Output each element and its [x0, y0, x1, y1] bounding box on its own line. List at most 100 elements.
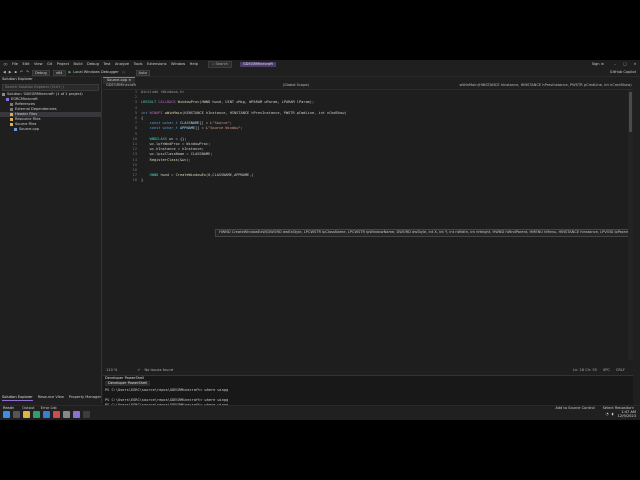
- code-token: WindowProc: [177, 100, 200, 105]
- maximize-icon[interactable]: □: [620, 62, 630, 67]
- code-token: LRESULT: [141, 100, 159, 105]
- code-token: "Source Window": [208, 126, 241, 131]
- copilot-button[interactable]: GitHub Copilot: [610, 70, 636, 75]
- code-token: ;: [240, 126, 243, 131]
- menu-item-window[interactable]: Window: [171, 62, 185, 67]
- indent-mode[interactable]: SPC: [603, 368, 610, 373]
- solution-tree: Solution 'GDEGRMinecraft' (1 of 1 projec…: [0, 92, 101, 132]
- issues-text[interactable]: No issues found: [144, 368, 173, 373]
- desktop-screen: ∞ File Edit View Git Project Build Debug Test An…: [0, 60, 640, 420]
- code-token: CreateWindowEx: [175, 173, 206, 178]
- menu-item-extensions[interactable]: Extensions: [147, 62, 167, 67]
- navigation-bar: GDEGRMinecraft (Global Scope) wWinMain(HIN…: [103, 83, 633, 90]
- tree-item[interactable]: Source.cpp: [0, 127, 101, 132]
- nav-dropdown[interactable]: (Global Scope): [280, 83, 457, 89]
- redo-icon[interactable]: ↷: [26, 70, 29, 75]
- code-token: wc.hInstance = hInstance;: [141, 147, 204, 152]
- wifi-icon[interactable]: ◔: [606, 412, 609, 417]
- solution-explorer-search[interactable]: Search Solution Explorer (Ctrl+;): [2, 84, 99, 91]
- line-ending[interactable]: CRLF: [616, 368, 625, 373]
- close-icon[interactable]: ×: [630, 62, 640, 67]
- code-line[interactable]: int WINAPI wWinMain(HINSTANCE hInstance,…: [141, 111, 347, 116]
- menu-item-debug[interactable]: Debug: [87, 62, 99, 67]
- menu-item-edit[interactable]: Edit: [23, 62, 30, 67]
- code-token: [] = L: [195, 126, 209, 131]
- menu-items: File Edit View Git Project Build Debug Test Anal…: [12, 62, 202, 67]
- windows-taskbar: ◔ ◖ 1:47 AM 12/9/2023: [0, 409, 640, 420]
- code-editor: Source.cpp × GDEGRMinecraft (Global Scope…: [103, 77, 633, 373]
- menu-item-help[interactable]: Help: [190, 62, 198, 67]
- visual-studio-logo-icon: ∞: [3, 60, 8, 68]
- menu-item-tools[interactable]: Tools: [134, 62, 143, 67]
- code-token: const wchar_t: [141, 126, 180, 131]
- code-token: WINAPI: [149, 110, 165, 115]
- explorer-tab[interactable]: Solution Explorer: [2, 395, 33, 401]
- tree-item-icon: [2, 93, 5, 96]
- editor-status-bar: 110 % ✔ No issues found Ln: 18 Ch: 55 SP…: [103, 367, 633, 373]
- search-taskbar-icon[interactable]: [13, 411, 20, 418]
- code-token: (HINSTANCE hInstance, HINSTANCE hPrevIns…: [182, 110, 347, 115]
- save-icon[interactable]: ▪: [15, 70, 17, 75]
- code-token: APPNAME: [179, 126, 196, 131]
- visual-studio-icon[interactable]: [73, 411, 80, 418]
- explorer-tab[interactable]: Resource View: [38, 395, 64, 401]
- minimize-icon[interactable]: –: [610, 62, 620, 67]
- code-token: CLASSNAME: [179, 121, 200, 126]
- scrollbar-thumb[interactable]: [629, 92, 632, 132]
- line-numbers: 1 2 3 4 5 6 7 8 9 10 11 12 13 14 15 16 17 18: [103, 90, 137, 184]
- menu-item-analyze[interactable]: Analyze: [115, 62, 129, 67]
- code-token: }: [141, 178, 144, 183]
- solution-explorer-panel: Solution Explorer Search Solution Explor…: [0, 77, 102, 403]
- menu-item-view[interactable]: View: [34, 62, 43, 67]
- volume-icon[interactable]: ◖: [612, 412, 614, 417]
- explorer-bottom-tabs: Solution Explorer Resource View Property M…: [2, 395, 101, 401]
- browser-icon[interactable]: [33, 411, 40, 418]
- nav-dropdown[interactable]: GDEGRMinecraft: [103, 83, 280, 89]
- forward-icon[interactable]: ▶: [9, 70, 12, 75]
- run-debugger-button[interactable]: Local Windows Debugger: [73, 70, 118, 75]
- code-token: (&wc);: [177, 157, 191, 162]
- code-area[interactable]: 1 2 3 4 5 6 7 8 9 10 11 12 13 14 15 16 17 18 #include <Wi…: [103, 90, 633, 363]
- configuration-dropdown[interactable]: Debug: [32, 69, 50, 76]
- menu-item-build[interactable]: Build: [74, 62, 83, 67]
- menu-item-project[interactable]: Project: [57, 62, 69, 67]
- menu-item-file[interactable]: File: [12, 62, 18, 67]
- terminal-icon[interactable]: [83, 411, 90, 418]
- play-icon[interactable]: ▶: [69, 70, 72, 75]
- line-number: 18: [132, 178, 137, 183]
- file-explorer-icon[interactable]: [23, 411, 30, 418]
- explorer-tab[interactable]: Property Manager: [69, 395, 101, 401]
- play-outline-icon[interactable]: ▷: [123, 70, 126, 75]
- terminal-line-text: PS C:\Users\EGRC\source\repos\GDEGRMinec…: [105, 388, 229, 392]
- tree-item-icon: [10, 118, 13, 121]
- code-token: hwnd =: [160, 173, 176, 178]
- code-token: {: [141, 115, 144, 120]
- editor-scrollbar[interactable]: [628, 90, 633, 360]
- platform-dropdown[interactable]: x64: [52, 69, 66, 76]
- tab-close-icon[interactable]: ×: [128, 78, 131, 82]
- start-icon[interactable]: [3, 411, 10, 418]
- code-lines[interactable]: #include <Windows.h> LRESULT CALLBACK Win…: [141, 90, 347, 184]
- menu-bar: ∞ File Edit View Git Project Build Debug Test An…: [0, 60, 640, 69]
- clock-date: 12/9/2023: [617, 413, 636, 418]
- settings-icon[interactable]: [63, 411, 70, 418]
- project-name-badge[interactable]: GDEGRMinecraft: [239, 62, 276, 67]
- code-token: CALLBACK: [158, 100, 178, 105]
- back-icon[interactable]: ◀: [3, 70, 6, 75]
- auto-dropdown[interactable]: Auto: [135, 69, 150, 76]
- nav-dropdown[interactable]: wWinMain(HINSTANCE hInstance, HINSTANCE …: [456, 83, 633, 89]
- clock[interactable]: 1:47 AM 12/9/2023: [617, 410, 636, 419]
- signature-tooltip: HWND CreateWindowExW(DWORD dwExStyle, LP…: [215, 229, 631, 237]
- terminal-tab[interactable]: Developer PowerShell: [105, 381, 151, 386]
- mail-icon[interactable]: [53, 411, 60, 418]
- signin-link[interactable]: Sign in: [592, 62, 604, 67]
- menu-item-git[interactable]: Git: [47, 62, 52, 67]
- tree-item-label: Source.cpp: [19, 127, 40, 131]
- menu-item-test[interactable]: Test: [103, 62, 110, 67]
- code-token: wWinMain: [164, 110, 183, 115]
- search-box[interactable]: ⌕ Search: [208, 61, 232, 68]
- store-icon[interactable]: [43, 411, 50, 418]
- code-line[interactable]: }: [141, 178, 347, 183]
- undo-icon[interactable]: ↶: [20, 70, 23, 75]
- zoom-level[interactable]: 110 %: [106, 368, 117, 373]
